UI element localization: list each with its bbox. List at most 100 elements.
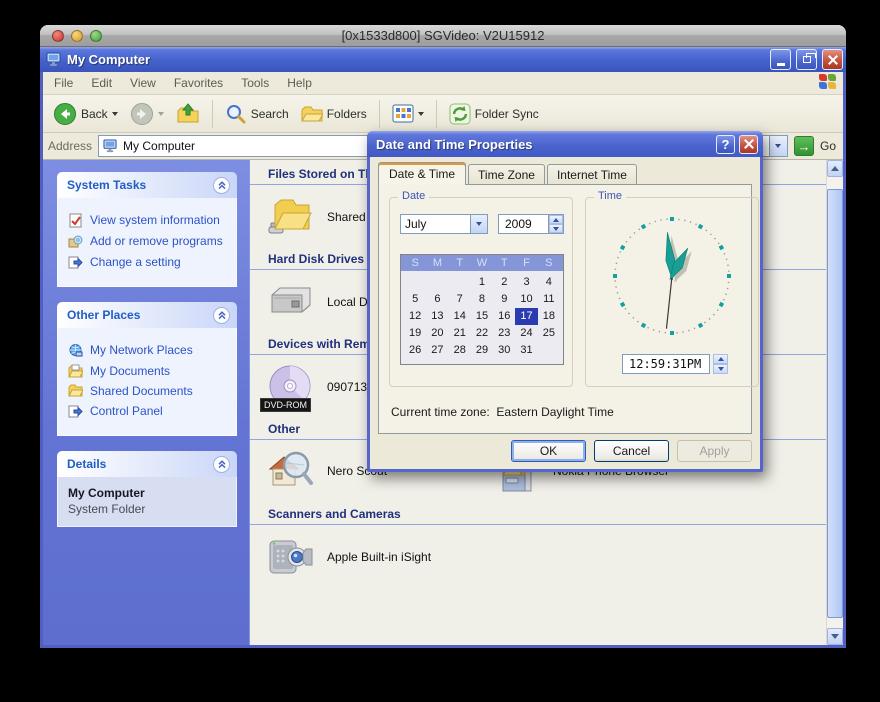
other-places-header[interactable]: Other Places	[57, 302, 237, 328]
calendar-day[interactable]: 14	[449, 308, 471, 325]
time-input[interactable]: 12:59:31PM	[622, 354, 710, 374]
calendar-day[interactable]: 13	[426, 308, 448, 325]
task-label: My Documents	[90, 364, 170, 378]
calendar-day[interactable]: 4	[538, 274, 560, 291]
calendar-day[interactable]: 9	[493, 291, 515, 308]
search-icon	[225, 103, 247, 125]
dialog-titlebar[interactable]: Date and Time Properties ?	[367, 131, 763, 157]
calendar-day[interactable]: 12	[404, 308, 426, 325]
details-header[interactable]: Details	[57, 451, 237, 477]
mac-minimize-button[interactable]	[71, 30, 83, 42]
back-dropdown-icon[interactable]	[112, 112, 118, 116]
forward-button[interactable]	[126, 100, 168, 128]
calendar-day[interactable]: 2	[493, 274, 515, 291]
scroll-down-button[interactable]	[827, 628, 843, 645]
calendar-day[interactable]: 17	[515, 308, 537, 325]
dialog-close-button[interactable]	[739, 135, 758, 154]
sidebar-item-view-system-information[interactable]: View system information	[68, 213, 230, 228]
menu-edit[interactable]: Edit	[82, 73, 121, 93]
calendar-day[interactable]: 20	[426, 325, 448, 342]
sidebar-item-shared-documents[interactable]: Shared Documents	[68, 384, 230, 398]
search-button[interactable]: Search	[221, 101, 293, 127]
sidebar-item-change-a-setting[interactable]: Change a setting	[68, 255, 230, 270]
item-apple-isight[interactable]: Apple Built-in iSight	[250, 525, 826, 589]
views-button[interactable]	[388, 102, 428, 125]
mac-zoom-button[interactable]	[90, 30, 102, 42]
collapse-chevron-icon[interactable]	[213, 177, 230, 194]
menu-view[interactable]: View	[121, 73, 165, 93]
sidebar-item-add-remove-programs[interactable]: Add or remove programs	[68, 234, 230, 249]
up-button[interactable]	[172, 101, 204, 127]
calendar-day[interactable]: 18	[538, 308, 560, 325]
menu-tools[interactable]: Tools	[232, 73, 278, 93]
calendar-day[interactable]: 31	[515, 342, 537, 359]
calendar-day[interactable]: 10	[515, 291, 537, 308]
sidebar-item-control-panel[interactable]: Control Panel	[68, 404, 230, 419]
year-spinner[interactable]: 2009	[498, 214, 564, 234]
mac-close-button[interactable]	[52, 30, 64, 42]
tab-internet-time[interactable]: Internet Time	[547, 164, 637, 185]
close-button[interactable]	[822, 49, 843, 70]
calendar-day[interactable]: 23	[493, 325, 515, 342]
sidebar-item-my-documents[interactable]: My Documents	[68, 364, 230, 378]
folder-sync-button[interactable]: Folder Sync	[445, 101, 543, 127]
calendar-day[interactable]: 8	[471, 291, 493, 308]
back-button[interactable]: Back	[49, 100, 122, 128]
calendar-day[interactable]: 29	[471, 342, 493, 359]
help-button[interactable]: ?	[716, 135, 735, 154]
shared-documents-icon	[68, 384, 83, 397]
second-hand	[666, 276, 672, 329]
calendar-day[interactable]: 19	[404, 325, 426, 342]
date-group-label: Date	[398, 190, 429, 202]
tab-date-time[interactable]: Date & Time	[378, 162, 466, 185]
year-down-button[interactable]	[549, 224, 563, 233]
calendar-day[interactable]: 28	[449, 342, 471, 359]
scroll-up-button[interactable]	[827, 160, 843, 177]
restore-button[interactable]	[796, 49, 817, 70]
collapse-chevron-icon[interactable]	[213, 307, 230, 324]
calendar-day[interactable]: 16	[493, 308, 515, 325]
time-down-button[interactable]	[713, 364, 728, 374]
month-select[interactable]: July	[400, 214, 488, 234]
calendar-day[interactable]: 24	[515, 325, 537, 342]
add-remove-programs-icon	[68, 234, 83, 249]
sidebar-item-my-network-places[interactable]: My Network Places	[68, 343, 230, 358]
calendar-day[interactable]: 5	[404, 291, 426, 308]
task-label: Control Panel	[90, 404, 163, 418]
calendar-day[interactable]: 27	[426, 342, 448, 359]
cancel-button[interactable]: Cancel	[594, 440, 669, 462]
collapse-chevron-icon[interactable]	[213, 456, 230, 473]
forward-dropdown-icon[interactable]	[158, 112, 164, 116]
minimize-button[interactable]	[770, 49, 791, 70]
folders-button[interactable]: Folders	[297, 102, 371, 126]
calendar-day[interactable]: 22	[471, 325, 493, 342]
calendar-day[interactable]: 1	[471, 274, 493, 291]
menu-favorites[interactable]: Favorites	[165, 73, 232, 93]
system-tasks-header[interactable]: System Tasks	[57, 172, 237, 198]
ok-button[interactable]: OK	[511, 440, 586, 462]
menu-file[interactable]: File	[45, 73, 82, 93]
address-dropdown-button[interactable]	[769, 136, 787, 156]
scrollbar-thumb[interactable]	[827, 189, 843, 618]
views-icon	[392, 104, 414, 123]
calendar-day[interactable]: 11	[538, 291, 560, 308]
tab-time-zone[interactable]: Time Zone	[468, 164, 545, 185]
vertical-scrollbar[interactable]	[826, 160, 843, 645]
mac-titlebar[interactable]: [0x1533d800] SGVideo: V2U15912	[40, 25, 846, 47]
shared-documents-folder-icon	[266, 194, 314, 240]
month-dropdown-icon[interactable]	[470, 215, 487, 233]
year-up-button[interactable]	[549, 215, 563, 224]
views-dropdown-icon[interactable]	[418, 112, 424, 116]
calendar-day[interactable]: 15	[471, 308, 493, 325]
xp-titlebar[interactable]: My Computer	[40, 47, 846, 72]
menu-help[interactable]: Help	[278, 73, 321, 93]
calendar-day[interactable]: 25	[538, 325, 560, 342]
calendar-day[interactable]: 6	[426, 291, 448, 308]
calendar-day[interactable]: 21	[449, 325, 471, 342]
go-button[interactable]: →	[794, 136, 814, 156]
calendar-day[interactable]: 7	[449, 291, 471, 308]
calendar-day[interactable]: 30	[493, 342, 515, 359]
calendar-day[interactable]: 3	[515, 274, 537, 291]
calendar-day[interactable]: 26	[404, 342, 426, 359]
time-up-button[interactable]	[713, 354, 728, 364]
